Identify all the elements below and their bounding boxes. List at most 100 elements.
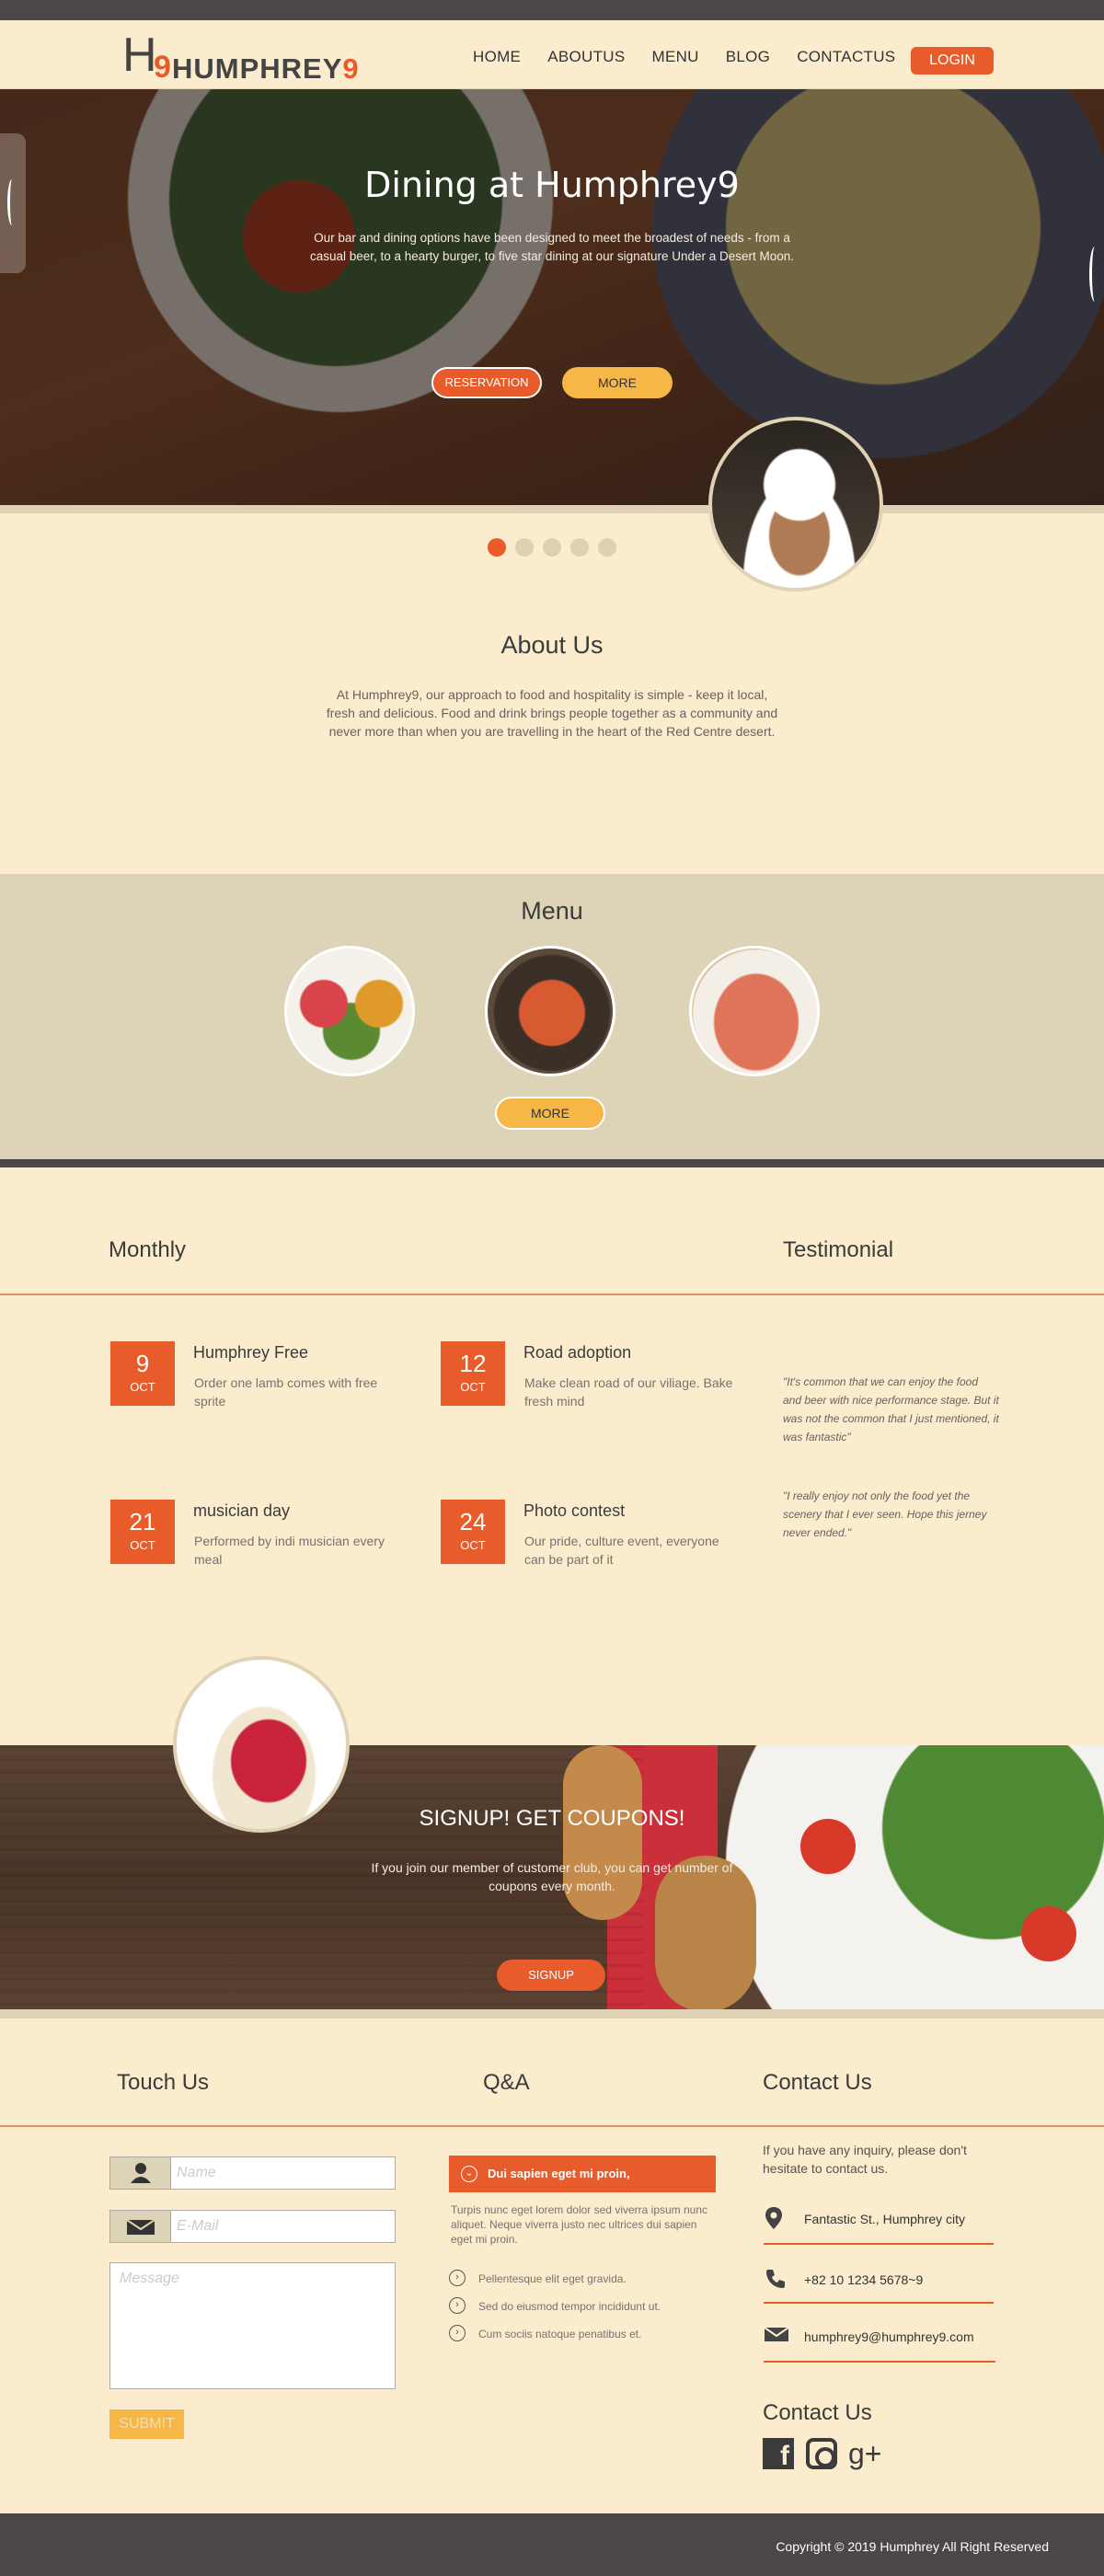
contact-divider	[764, 2243, 994, 2245]
nav-aboutus[interactable]: ABOUTUS	[547, 48, 625, 66]
logo-text: HUMPHREY9	[172, 53, 360, 85]
qa-question-text: Cum sociis natoque penatibus et.	[478, 2328, 642, 2340]
event-date-badge: 24 OCT	[441, 1500, 505, 1564]
qa-open-answer: Turpis nunc eget lorem dolor sed viverra…	[451, 2203, 708, 2246]
contact-divider	[764, 2361, 995, 2363]
hero-title: Dining at Humphrey9	[364, 165, 740, 205]
slider-dot-2[interactable]	[515, 538, 534, 557]
about-title: About Us	[500, 631, 604, 659]
email-input[interactable]	[177, 2216, 388, 2237]
nav-menu[interactable]: MENU	[651, 48, 698, 66]
menu-section: Menu MORE	[0, 874, 1104, 1159]
submit-button[interactable]: SUBMIT	[109, 2409, 184, 2439]
signup-button[interactable]: SIGNUP	[497, 1960, 605, 1991]
name-field	[109, 2156, 396, 2190]
touch-title: Touch Us	[117, 2070, 210, 2095]
cake-photo	[173, 1656, 350, 1833]
event-item[interactable]: 24 OCT Photo contest Our pride, culture e…	[441, 1500, 744, 1573]
nav-links: HOME ABOUTUS MENU BLOG CONTACTUS	[473, 48, 922, 66]
contact-phone: +82 10 1234 5678~9	[764, 2260, 995, 2296]
event-item[interactable]: 9 OCT Humphrey Free Order one lamb comes …	[110, 1341, 414, 1415]
menu-more-button[interactable]: MORE	[495, 1097, 605, 1130]
qa-open-question-text: Dui sapien eget mi proin,	[488, 2167, 630, 2180]
event-month: OCT	[130, 1380, 155, 1394]
phone-icon	[764, 2267, 788, 2296]
logo-text-main: HUMPHREY	[172, 52, 343, 85]
event-day: 12	[459, 1350, 487, 1377]
menu-image-stew[interactable]	[485, 946, 615, 1076]
logo-text-nine: 9	[342, 52, 360, 85]
slider-dots	[488, 538, 616, 557]
event-title: Humphrey Free	[193, 1343, 309, 1362]
login-button[interactable]: LOGIN	[911, 47, 994, 75]
event-date-badge: 12 OCT	[441, 1341, 505, 1406]
event-month: OCT	[460, 1538, 486, 1552]
tomato-decor	[1021, 1906, 1076, 1961]
hero-more-button[interactable]: MORE	[562, 367, 673, 398]
menu-bottom-divider	[0, 1159, 1104, 1167]
qa-question[interactable]: › Cum sociis natoque penatibus et.	[449, 2325, 725, 2343]
event-day: 24	[459, 1508, 487, 1535]
event-title: Road adoption	[523, 1343, 632, 1362]
about-text: At Humphrey9, our approach to food and h…	[326, 687, 778, 739]
signup-text: If you join our member of customer club,…	[371, 1860, 733, 1893]
menu-image-pasta[interactable]	[284, 946, 415, 1076]
nav-home[interactable]: HOME	[473, 48, 521, 66]
contact-address-text: Fantastic St., Humphrey city	[804, 2212, 966, 2226]
contact-email: humphrey9@humphrey9.com	[764, 2317, 995, 2353]
qa-open-question[interactable]: ⌄ Dui sapien eget mi proin,	[449, 2156, 716, 2192]
message-field	[109, 2262, 396, 2389]
slider-dot-1[interactable]	[488, 538, 506, 557]
nav-contactus[interactable]: CONTACTUS	[797, 48, 895, 66]
chevron-down-icon: ⌄	[461, 2166, 477, 2182]
reservation-button[interactable]: RESERVATION	[431, 367, 542, 398]
user-icon	[110, 2157, 171, 2189]
slider-prev-arrow[interactable]	[0, 133, 26, 273]
menu-image-salmon[interactable]	[689, 946, 820, 1076]
slider-dot-4[interactable]	[570, 538, 589, 557]
logo-letter-h: H	[122, 29, 157, 82]
message-input[interactable]	[110, 2263, 395, 2388]
menu-title: Menu	[521, 897, 583, 925]
facebook-icon[interactable]: f	[763, 2438, 794, 2471]
contact-address: Fantastic St., Humphrey city	[764, 2199, 995, 2236]
event-item[interactable]: 12 OCT Road adoption Make clean road of o…	[441, 1341, 744, 1415]
slider-next-arrow[interactable]	[1086, 237, 1104, 348]
qa-question-text: Pellentesque elit eget gravida.	[478, 2272, 627, 2285]
email-field	[109, 2210, 396, 2243]
top-bar	[0, 0, 1104, 20]
event-title: Photo contest	[523, 1501, 626, 1520]
nav-blog[interactable]: BLOG	[726, 48, 770, 66]
contact-email-text[interactable]: humphrey9@humphrey9.com	[804, 2329, 974, 2344]
event-desc: Our pride, culture event, everyone can b…	[524, 1534, 719, 1567]
contact-divider	[764, 2302, 994, 2304]
envelope-icon	[110, 2211, 171, 2242]
slider-dot-5[interactable]	[598, 538, 616, 557]
monthly-divider	[0, 1294, 1104, 1295]
event-item[interactable]: 21 OCT musician day Performed by indi mus…	[110, 1500, 414, 1573]
logo-nine: 9	[154, 50, 171, 85]
testimonial-quote: "I really enjoy not only the food yet th…	[783, 1489, 987, 1539]
qa-title: Q&A	[483, 2070, 530, 2095]
signup-bottom-strip	[0, 2009, 1104, 2018]
contact-phone-text[interactable]: +82 10 1234 5678~9	[804, 2272, 923, 2287]
chef-photo	[708, 417, 883, 592]
instagram-icon[interactable]	[806, 2438, 837, 2469]
slider-dot-3[interactable]	[543, 538, 561, 557]
event-month: OCT	[460, 1380, 486, 1394]
footer: Copyright © 2019 Humphrey All Right Rese…	[0, 2513, 1104, 2576]
testimonial-title: Testimonial	[783, 1237, 894, 1262]
bottom-divider	[0, 2125, 1104, 2127]
monthly-title: Monthly	[109, 1237, 187, 1262]
logo[interactable]: H 9 HUMPHREY9	[122, 31, 362, 85]
qa-question[interactable]: › Sed do eiusmod tempor incididunt ut.	[449, 2297, 725, 2316]
chevron-right-icon: ›	[449, 2325, 466, 2341]
social-title: Contact Us	[763, 2400, 872, 2425]
contact-title: Contact Us	[763, 2070, 872, 2095]
google-plus-icon[interactable]: g+	[848, 2438, 881, 2469]
qa-question[interactable]: › Pellentesque elit eget gravida.	[449, 2270, 725, 2288]
hero-subtitle: Our bar and dining options have been des…	[309, 231, 795, 263]
name-input[interactable]	[177, 2163, 388, 2183]
event-desc: Order one lamb comes with free sprite	[194, 1375, 378, 1409]
signup-title: SIGNUP! GET COUPONS!	[419, 1806, 685, 1831]
